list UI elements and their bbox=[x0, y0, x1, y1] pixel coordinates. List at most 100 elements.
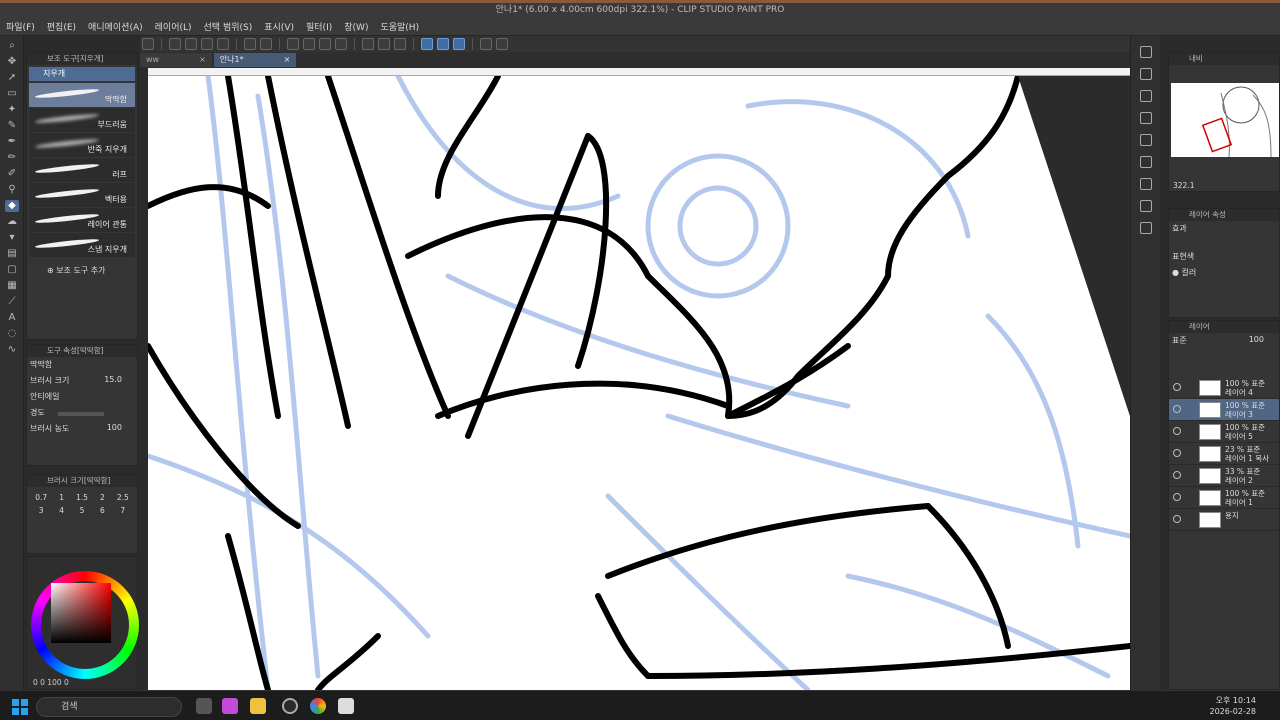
layer-row-selected[interactable]: 100 % 표준 레이어 3 bbox=[1169, 399, 1279, 421]
brush-size-option[interactable]: 0.7 bbox=[31, 493, 51, 502]
print-icon[interactable] bbox=[217, 38, 229, 50]
auto-actions-icon[interactable] bbox=[1139, 178, 1152, 190]
brush-size-option[interactable]: 4 bbox=[51, 506, 71, 515]
expression-select[interactable]: ● 컬러 bbox=[1172, 267, 1276, 281]
auto-select-icon[interactable]: ✦ bbox=[5, 104, 19, 116]
clear-icon[interactable] bbox=[303, 38, 315, 50]
brush-size-option[interactable]: 5 bbox=[72, 506, 92, 515]
visibility-eye-icon[interactable] bbox=[1173, 493, 1181, 501]
menu-window[interactable]: 창(W) bbox=[344, 20, 368, 33]
brush-size-option[interactable]: 2.5 bbox=[113, 493, 133, 502]
subtool-item[interactable]: 레이어 관통 bbox=[29, 208, 135, 232]
ruler-tool-icon[interactable]: ⟋ bbox=[5, 296, 19, 308]
search-icon[interactable] bbox=[1139, 46, 1152, 58]
menu-selection[interactable]: 선택 범위(S) bbox=[204, 20, 253, 33]
layer-row[interactable]: 23 % 표준 레이어 1 복사 bbox=[1169, 443, 1279, 465]
task-view-icon[interactable] bbox=[196, 698, 212, 714]
menu-filter[interactable]: 필터(I) bbox=[306, 20, 332, 33]
figure-icon[interactable]: ▢ bbox=[5, 264, 19, 276]
copilot-icon[interactable] bbox=[222, 698, 238, 714]
eyedropper-icon[interactable]: ✎ bbox=[5, 120, 19, 132]
pen-icon[interactable]: ✒ bbox=[5, 136, 19, 148]
gradient-icon[interactable]: ▤ bbox=[5, 248, 19, 260]
brush-size-option[interactable]: 3 bbox=[31, 506, 51, 515]
help-icon[interactable] bbox=[496, 38, 508, 50]
snap-special-ruler-icon[interactable] bbox=[437, 38, 449, 50]
subtool-group-eraser[interactable]: 지우개 bbox=[29, 67, 135, 81]
brush-size-option[interactable]: 6 bbox=[92, 506, 112, 515]
subtool-item[interactable]: 벡터용 bbox=[29, 183, 135, 207]
grid-icon[interactable] bbox=[394, 38, 406, 50]
visibility-eye-icon[interactable] bbox=[1173, 383, 1181, 391]
layer-row[interactable]: 100 % 표준 레이어 4 bbox=[1169, 377, 1279, 399]
subtool-item[interactable]: 스냅 지우개 bbox=[29, 233, 135, 257]
brush-icon[interactable]: ✐ bbox=[5, 168, 19, 180]
saturation-value-square[interactable] bbox=[51, 583, 111, 643]
subtool-item[interactable]: 딱딱함 bbox=[29, 83, 135, 107]
material-icon[interactable] bbox=[1139, 68, 1152, 80]
tab-anna[interactable]: 안나1* × bbox=[213, 53, 297, 67]
eraser-icon[interactable]: ◆ bbox=[5, 200, 19, 212]
canvas-scrollbar[interactable] bbox=[148, 68, 1130, 76]
add-subtool-button[interactable]: ⊕ 보조 도구 추가 bbox=[47, 265, 106, 276]
brush-size-option[interactable]: 1 bbox=[51, 493, 71, 502]
navigator-preview[interactable] bbox=[1171, 83, 1279, 157]
correct-line-icon[interactable]: ∿ bbox=[5, 344, 19, 356]
menu-help[interactable]: 도움말(H) bbox=[380, 20, 419, 33]
text-icon[interactable]: A bbox=[5, 312, 19, 324]
snap-icon[interactable] bbox=[378, 38, 390, 50]
brush-size-option[interactable]: 1.5 bbox=[72, 493, 92, 502]
menu-layer[interactable]: 레이어(L) bbox=[155, 20, 192, 33]
balloon-icon[interactable]: ◌ bbox=[5, 328, 19, 340]
pencil-icon[interactable]: ✏ bbox=[5, 152, 19, 164]
zoom-icon[interactable]: ⌕ bbox=[5, 40, 19, 52]
layer-row[interactable]: 100 % 표준 레이어 5 bbox=[1169, 421, 1279, 443]
snap-grid-icon[interactable] bbox=[453, 38, 465, 50]
layer-row[interactable]: 33 % 표준 레이어 2 bbox=[1169, 465, 1279, 487]
home-icon[interactable] bbox=[142, 38, 154, 50]
density-value[interactable]: 100 bbox=[107, 423, 122, 432]
zoom-value[interactable]: 322.1 bbox=[1173, 181, 1194, 190]
brush-size-row[interactable]: 브러시 크기 15.0 bbox=[30, 375, 134, 389]
blend-mode-row[interactable]: 표준 100 bbox=[1172, 335, 1276, 349]
obs-icon[interactable] bbox=[282, 698, 298, 714]
redo-icon[interactable] bbox=[260, 38, 272, 50]
tab-ww[interactable]: ww × bbox=[140, 53, 212, 67]
visibility-eye-icon[interactable] bbox=[1173, 449, 1181, 457]
airbrush-icon[interactable]: ⚲ bbox=[5, 184, 19, 196]
undo-icon[interactable] bbox=[244, 38, 256, 50]
deselect-icon[interactable] bbox=[287, 38, 299, 50]
windows-start-icon[interactable] bbox=[12, 699, 28, 715]
antialias-row[interactable]: 안티에일 bbox=[30, 391, 134, 405]
layer-row[interactable]: 100 % 표준 레이어 1 bbox=[1169, 487, 1279, 509]
save-icon[interactable] bbox=[201, 38, 213, 50]
chrome-icon[interactable] bbox=[310, 698, 326, 714]
drawing-canvas[interactable] bbox=[148, 76, 1130, 690]
blend-icon[interactable]: ☁ bbox=[5, 216, 19, 228]
operation-icon[interactable]: ➚ bbox=[5, 72, 19, 84]
brush-size-value[interactable]: 15.0 bbox=[104, 375, 122, 384]
history-icon[interactable] bbox=[1139, 112, 1152, 124]
fill-bucket-icon[interactable]: ▾ bbox=[5, 232, 19, 244]
sub-view-icon[interactable] bbox=[1139, 134, 1152, 146]
visibility-eye-icon[interactable] bbox=[1173, 405, 1181, 413]
density-row[interactable]: 브러시 농도 100 bbox=[30, 423, 134, 437]
visibility-eye-icon[interactable] bbox=[1173, 471, 1181, 479]
item-bank-icon[interactable] bbox=[1139, 156, 1152, 168]
file-explorer-icon[interactable] bbox=[250, 698, 266, 714]
opacity-value[interactable]: 100 bbox=[1249, 335, 1264, 344]
system-clock[interactable]: 오후 10:14 2026-02-28 bbox=[1210, 695, 1257, 717]
tab-close-icon[interactable]: × bbox=[284, 53, 291, 67]
open-file-icon[interactable] bbox=[185, 38, 197, 50]
transform-icon[interactable] bbox=[335, 38, 347, 50]
subtool-item[interactable]: 러프 bbox=[29, 158, 135, 182]
color-history-icon[interactable] bbox=[1139, 200, 1152, 212]
brush-size-option[interactable]: 2 bbox=[92, 493, 112, 502]
frame-icon[interactable]: ▦ bbox=[5, 280, 19, 292]
hardness-slider[interactable] bbox=[58, 412, 104, 416]
new-file-icon[interactable] bbox=[169, 38, 181, 50]
taskbar-search-box[interactable]: 검색 bbox=[36, 697, 182, 717]
device-icon[interactable] bbox=[480, 38, 492, 50]
clip-studio-taskbar-icon[interactable] bbox=[338, 698, 354, 714]
fill-icon[interactable] bbox=[319, 38, 331, 50]
